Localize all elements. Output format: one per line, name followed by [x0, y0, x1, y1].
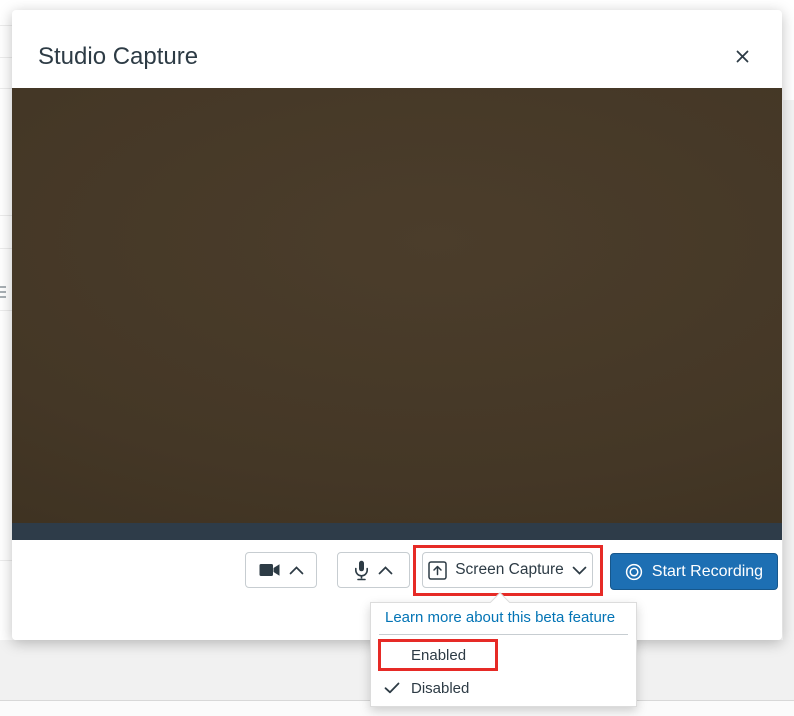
- microphone-icon: [354, 560, 369, 581]
- close-button[interactable]: [730, 44, 754, 68]
- modal-title: Studio Capture: [38, 43, 198, 71]
- record-icon: [625, 563, 643, 581]
- disabled-option-label: Disabled: [411, 680, 469, 697]
- screen-capture-button[interactable]: Screen Capture: [422, 552, 593, 588]
- chevron-up-icon: [289, 566, 304, 575]
- background-row-line: [0, 215, 12, 216]
- camera-button[interactable]: [245, 552, 317, 588]
- background-row-line: [0, 57, 12, 58]
- chevron-down-icon: [572, 566, 587, 575]
- screen-capture-label: Screen Capture: [455, 561, 564, 579]
- studio-capture-modal: Studio Capture: [12, 10, 782, 640]
- webcam-preview: [12, 88, 782, 523]
- background-list-icon: [0, 286, 7, 301]
- video-camera-icon: [259, 563, 280, 577]
- menu-divider: [379, 634, 628, 635]
- learn-more-link[interactable]: Learn more about this beta feature: [385, 609, 615, 626]
- background-row-line: [0, 25, 12, 26]
- screen-capture-menu: Learn more about this beta feature Enabl…: [370, 602, 637, 707]
- checkmark-icon: [384, 682, 400, 694]
- background-row-line: [0, 248, 12, 249]
- close-icon: [736, 50, 749, 63]
- background-right-panel: [783, 100, 794, 716]
- video-progress-strip: [12, 523, 782, 540]
- enabled-option-label: Enabled: [411, 647, 466, 664]
- start-recording-button[interactable]: Start Recording: [610, 553, 778, 590]
- menu-item-disabled[interactable]: Disabled: [371, 674, 636, 704]
- background-row-line: [0, 560, 12, 561]
- modal-header: Studio Capture: [12, 10, 782, 88]
- menu-item-enabled[interactable]: Enabled: [371, 641, 636, 671]
- start-recording-label: Start Recording: [652, 563, 763, 581]
- page: Studio Capture: [0, 0, 794, 716]
- chevron-up-icon: [378, 566, 393, 575]
- background-row-line: [0, 88, 12, 89]
- microphone-button[interactable]: [337, 552, 410, 588]
- screen-share-icon: [428, 561, 447, 580]
- background-row-line: [0, 310, 12, 311]
